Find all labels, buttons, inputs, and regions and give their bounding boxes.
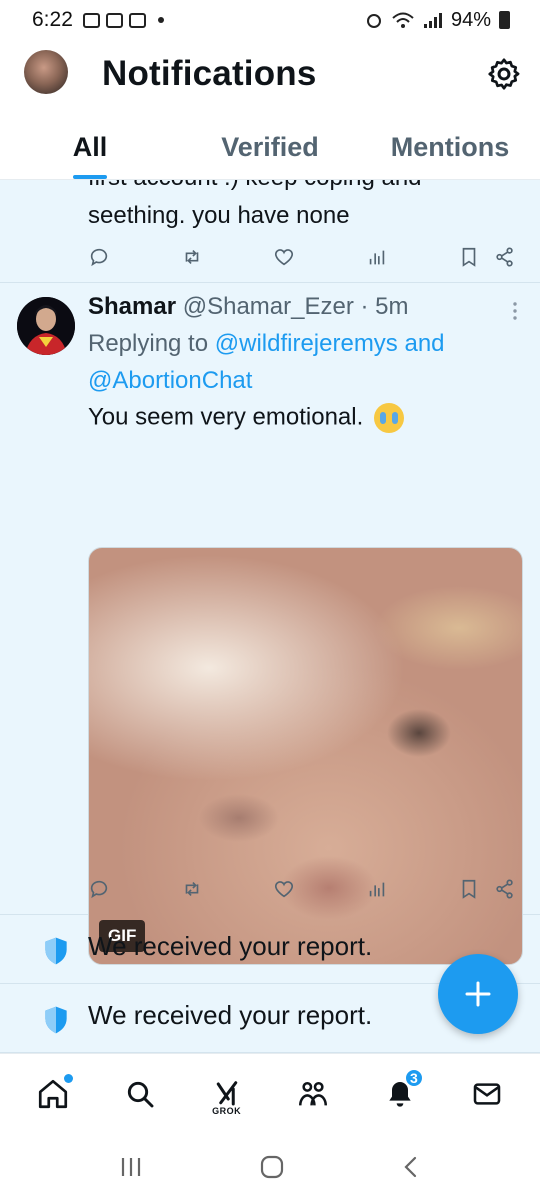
like-icon[interactable] (273, 246, 295, 268)
grok-label: GROK (212, 1105, 242, 1116)
post-body: You seem very emotional. (88, 403, 404, 433)
page-title: Notifications (102, 54, 317, 93)
post-text-line: first account :) keep coping and (88, 180, 422, 194)
notifications-feed[interactable]: first account :) keep coping and seethin… (0, 180, 540, 1053)
list-item[interactable]: Shamar @Shamar_Ezer · 5m Replying to @wi… (0, 283, 540, 965)
nav-search[interactable] (112, 1066, 168, 1122)
views-icon[interactable] (366, 878, 388, 900)
notification-text: We received your report. (88, 1000, 373, 1030)
gallery-icon (82, 12, 100, 28)
home-button-icon[interactable] (259, 1154, 285, 1180)
back-icon[interactable] (400, 1155, 422, 1179)
nav-messages[interactable] (459, 1066, 515, 1122)
profile-avatar[interactable] (24, 50, 68, 94)
author-handle[interactable]: @Shamar_Ezer · 5m (183, 293, 409, 320)
repost-icon[interactable] (181, 878, 203, 900)
share-icon[interactable] (494, 246, 516, 268)
bottom-navigation: GROK 3 (0, 1053, 540, 1133)
loudly-crying-face-icon (373, 403, 404, 433)
post-header: Shamar @Shamar_Ezer · 5m (88, 293, 408, 321)
reply-icon[interactable] (88, 878, 110, 900)
nav-communities[interactable] (285, 1066, 341, 1122)
nav-notifications[interactable]: 3 (372, 1066, 428, 1122)
avatar[interactable] (17, 297, 75, 355)
nav-home[interactable] (25, 1066, 81, 1122)
tab-verified[interactable]: Verified (180, 118, 360, 179)
top-app-bar: Notifications (0, 40, 540, 112)
list-item[interactable]: first account :) keep coping and seethin… (0, 180, 540, 283)
shield-icon (45, 937, 67, 965)
youtube-icon (105, 12, 123, 28)
share-icon[interactable] (494, 878, 516, 900)
bookmark-icon[interactable] (458, 878, 480, 900)
grok-icon (216, 1080, 237, 1105)
status-notification-icons (82, 12, 164, 28)
repost-icon[interactable] (181, 246, 203, 268)
like-icon[interactable] (273, 878, 295, 900)
search-icon (127, 1081, 154, 1107)
status-right: 94% (365, 9, 510, 32)
post-actions (88, 242, 516, 272)
wifi-icon (392, 12, 414, 28)
post-actions (88, 874, 516, 904)
status-time: 6:22 (32, 8, 73, 31)
battery-percent: 94% (450, 8, 491, 31)
tab-all[interactable]: All (0, 118, 180, 179)
alarm-icon (366, 14, 381, 28)
views-icon[interactable] (366, 246, 388, 268)
more-options-icon[interactable] (512, 301, 518, 321)
signal-icon (423, 13, 442, 28)
plus-icon (465, 981, 491, 1007)
communities-icon (299, 1081, 328, 1105)
replying-to: Replying to @wildfirejeremys and @Aborti… (88, 330, 445, 394)
reply-icon[interactable] (88, 246, 110, 268)
shield-icon (45, 1006, 67, 1034)
superman-avatar-image (17, 297, 75, 355)
messages-icon (473, 1082, 500, 1105)
mention-link[interactable]: @AbortionChat (88, 367, 252, 394)
system-navigation (0, 1133, 540, 1200)
tab-mentions[interactable]: Mentions (360, 118, 540, 179)
mention-link[interactable]: @wildfirejeremys (215, 330, 398, 357)
author-name[interactable]: Shamar (88, 293, 176, 320)
recent-apps-icon[interactable] (118, 1156, 144, 1178)
app-notification-icon (128, 12, 146, 28)
status-bar: 6:22 94% (0, 0, 540, 40)
more-notifications-icon (157, 17, 164, 23)
notification-count-badge: 3 (403, 1067, 424, 1088)
mention-joiner: and (397, 330, 445, 357)
nav-grok[interactable]: GROK (199, 1066, 255, 1122)
notification-tabs: All Verified Mentions (0, 118, 540, 180)
bookmark-icon[interactable] (458, 246, 480, 268)
post-text-line: seething. you have none (88, 202, 350, 229)
post-time: 5m (375, 293, 409, 320)
post-text: You seem very emotional. (88, 403, 364, 431)
unread-dot (64, 1073, 74, 1083)
compose-button[interactable] (438, 954, 518, 1034)
battery-icon (499, 11, 510, 29)
notification-text: We received your report. (88, 931, 373, 961)
gear-icon[interactable] (486, 56, 522, 92)
